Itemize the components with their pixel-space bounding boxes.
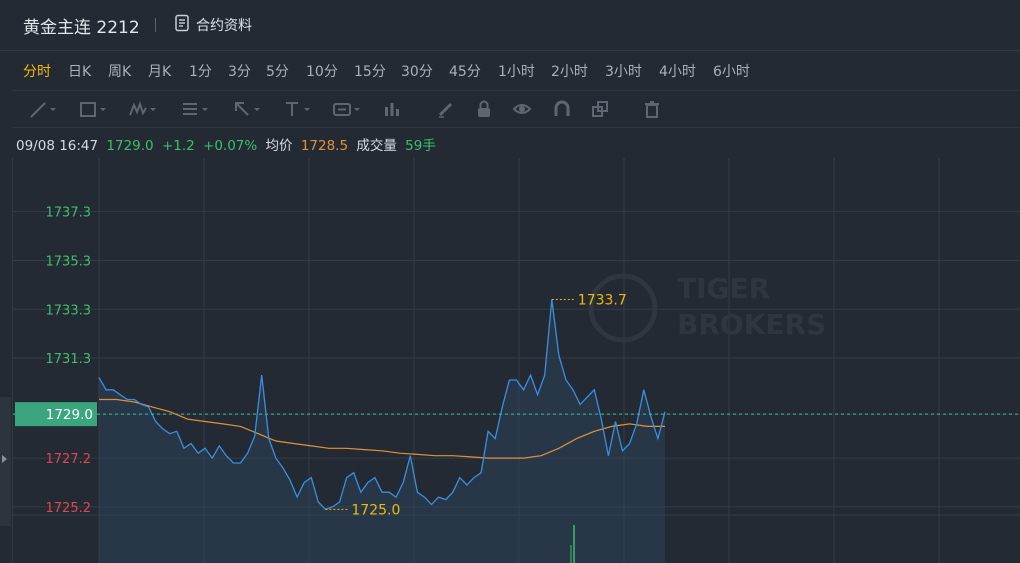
fibonacci-tool-icon: [180, 99, 200, 119]
y-tick-label-3: 1731.3: [46, 352, 92, 367]
chevron-down-icon: [48, 99, 58, 119]
timeframe-tab-15[interactable]: 6小时: [713, 61, 750, 81]
arrow-tool-button[interactable]: [232, 98, 262, 120]
quote-change: +1.2: [161, 138, 195, 154]
current-price-label: 1729.0: [46, 407, 93, 423]
y-tick-label-0: 1737.3: [46, 206, 92, 221]
title-divider: [155, 18, 156, 32]
pattern-tool-button[interactable]: [128, 98, 158, 120]
timeframe-tab-3[interactable]: 月K: [148, 61, 171, 81]
chart-area[interactable]: TIGER BROKERS 1733.7 1725.0 1737.3 1735.3 1733…: [12, 158, 1020, 563]
price-chart[interactable]: TIGERBROKERS 1733.7 1725.0 1737.3 1735.3 1733…: [13, 158, 1020, 563]
price-label-tool-icon: [332, 99, 352, 119]
timeframe-tab-5[interactable]: 3分: [228, 61, 251, 81]
chevron-down-icon: [302, 99, 312, 119]
volume-label: 成交量: [356, 138, 397, 154]
timeframe-tab-6[interactable]: 5分: [266, 61, 289, 81]
title-bar: 黄金主连 2212 合约资料: [0, 0, 1020, 51]
arrow-tool-icon: [232, 99, 252, 119]
timeframe-tab-1[interactable]: 日K: [68, 61, 91, 81]
timeframe-tab-10[interactable]: 45分: [449, 61, 481, 81]
avg-price-label: 均价: [265, 138, 293, 154]
fibonacci-tool-button[interactable]: [180, 98, 210, 120]
line-tool-button[interactable]: [28, 98, 58, 120]
min-price-label: 1725.0: [351, 502, 400, 518]
timeframe-tab-14[interactable]: 4小时: [659, 61, 696, 81]
timeframe-tab-2[interactable]: 周K: [108, 61, 131, 81]
y-tick-label-1: 1735.3: [46, 254, 92, 269]
pen-button[interactable]: [436, 98, 456, 120]
quote-change-pct: +0.07%: [203, 138, 258, 154]
avg-price-value: 1728.5: [300, 138, 349, 154]
quote-line: 09/08 16:47 1729.0 +1.2 +0.07% 均价 1728.5…: [16, 134, 440, 154]
trash-icon: [642, 99, 662, 119]
document-icon: [174, 14, 190, 36]
eye-icon: [512, 99, 532, 119]
eye-button[interactable]: [512, 98, 532, 120]
timeframe-tab-9[interactable]: 30分: [401, 61, 433, 81]
expand-arrow-icon[interactable]: [2, 455, 7, 463]
watermark-text: TIGER: [677, 272, 770, 305]
magnet-icon: [552, 99, 572, 119]
instrument-title: 黄金主连 2212: [23, 18, 140, 38]
y-tick-label-6: 1725.2: [46, 501, 92, 516]
quote-datetime: 09/08 16:47: [16, 138, 99, 154]
line-tool-icon: [28, 99, 48, 119]
drawing-toolbar: [12, 90, 1020, 128]
copy-button[interactable]: [590, 98, 610, 120]
timeframe-tab-7[interactable]: 10分: [306, 61, 338, 81]
quote-price: 1729.0: [106, 138, 154, 154]
timeframe-tab-11[interactable]: 1小时: [498, 61, 535, 81]
chevron-down-icon: [252, 99, 262, 119]
text-tool-icon: [282, 99, 302, 119]
timeframe-tab-12[interactable]: 2小时: [551, 61, 588, 81]
timeframe-tab-8[interactable]: 15分: [354, 61, 386, 81]
text-tool-button[interactable]: [282, 98, 312, 120]
timeframe-tab-4[interactable]: 1分: [189, 61, 212, 81]
y-tick-label-2: 1733.3: [46, 303, 92, 318]
max-price-label: 1733.7: [578, 293, 627, 309]
pen-icon: [436, 99, 456, 119]
rectangle-tool-button[interactable]: [78, 98, 108, 120]
volume-value: 59手: [405, 138, 436, 154]
lock-icon: [474, 99, 494, 119]
timeframe-bar: 分时 日K 周K 月K 1分 3分 5分 10分 15分 30分 45分 1小时 2小时 3小时 4小时 6小…: [0, 51, 1020, 89]
trash-button[interactable]: [642, 98, 662, 120]
contract-info-button[interactable]: 合约资料: [174, 14, 252, 36]
lock-button[interactable]: [474, 98, 494, 120]
timeframe-tab-0[interactable]: 分时: [23, 61, 51, 81]
chevron-down-icon: [148, 99, 158, 119]
chevron-down-icon: [200, 99, 210, 119]
timeframe-tab-13[interactable]: 3小时: [605, 61, 642, 81]
contract-info-label: 合约资料: [196, 18, 252, 34]
watermark-text-2: BROKERS: [677, 308, 826, 341]
chevron-down-icon: [98, 99, 108, 119]
rectangle-tool-icon: [78, 99, 98, 119]
y-tick-label-5: 1727.2: [46, 452, 92, 467]
pattern-tool-icon: [128, 99, 148, 119]
copy-icon: [590, 99, 610, 119]
measure-tool-button[interactable]: [382, 98, 402, 120]
measure-tool-icon: [382, 99, 402, 119]
price-label-tool-button[interactable]: [332, 98, 362, 120]
chevron-down-icon: [352, 99, 362, 119]
magnet-button[interactable]: [552, 98, 572, 120]
